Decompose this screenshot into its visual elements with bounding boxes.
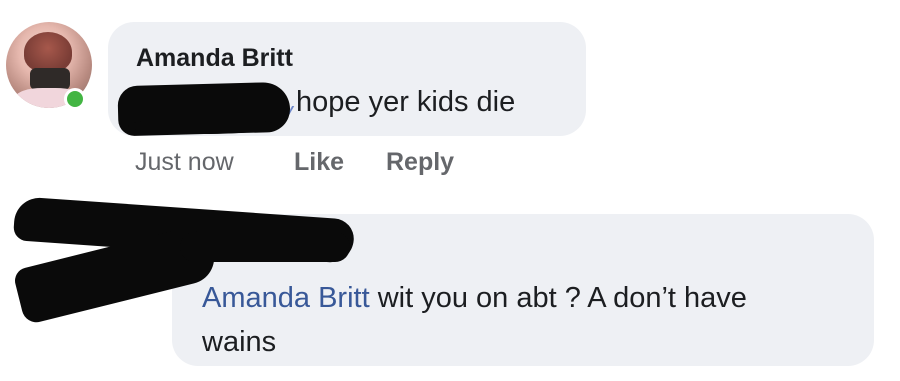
comment-text: hope yer kids die xyxy=(296,86,516,118)
comment-timestamp[interactable]: Just now xyxy=(135,148,234,177)
reply-text-line1: wit you on abt ? A don’t have xyxy=(369,282,747,314)
redaction-blot xyxy=(180,232,350,262)
online-status-icon xyxy=(64,88,86,110)
reply-button[interactable]: Reply xyxy=(386,148,454,177)
comment-author-name[interactable]: Amanda Britt xyxy=(136,44,293,73)
reply-text: Amanda Britt wit you on abt ? A don’t ha… xyxy=(202,276,852,364)
avatar-shirt-shape xyxy=(30,68,70,90)
mention-link[interactable]: Amanda Britt xyxy=(202,282,370,314)
redaction-blot xyxy=(128,118,278,134)
like-button[interactable]: Like xyxy=(294,148,344,177)
avatar-hair-shape xyxy=(24,32,72,72)
reply-text-line2: wains xyxy=(202,326,277,358)
